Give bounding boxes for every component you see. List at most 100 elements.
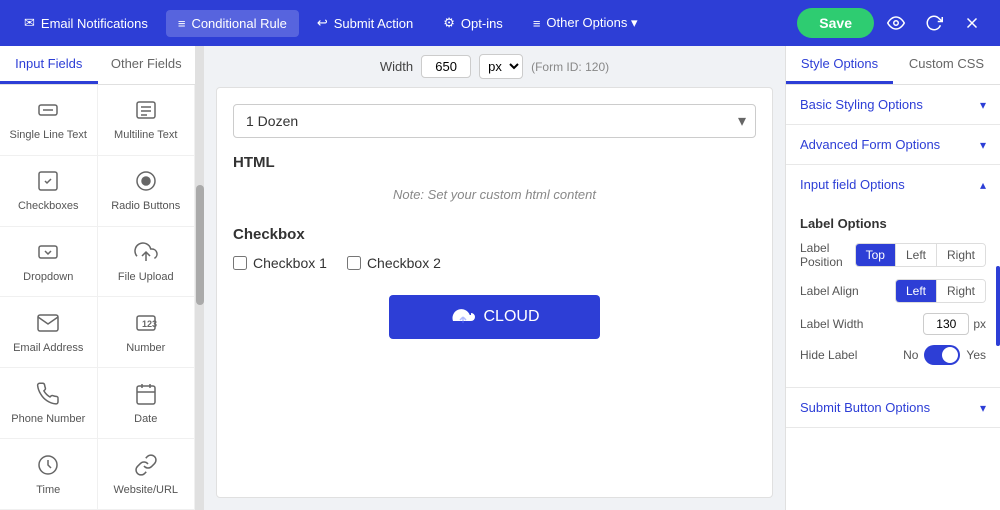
close-button[interactable] — [956, 7, 988, 39]
form-toolbar: Width px % (Form ID: 120) — [204, 46, 785, 87]
submit-area: CLOUD — [233, 287, 756, 347]
html-note: Note: Set your custom html content — [233, 179, 756, 210]
email-icon: ✉ — [24, 15, 35, 31]
label-options-title: Label Options — [800, 216, 986, 231]
save-button[interactable]: Save — [797, 8, 874, 38]
label-position-right[interactable]: Right — [937, 244, 985, 266]
refresh-button[interactable] — [918, 7, 950, 39]
field-checkboxes[interactable]: Checkboxes — [0, 156, 98, 227]
basic-styling-label: Basic Styling Options — [800, 97, 923, 112]
checkbox-1-input[interactable] — [233, 256, 247, 270]
field-label: Radio Buttons — [111, 200, 180, 212]
submit-button[interactable]: CLOUD — [389, 295, 599, 339]
opt-ins-icon: ⚙ — [443, 15, 455, 31]
field-number[interactable]: 123 Number — [98, 297, 196, 368]
width-label: Width — [380, 59, 413, 74]
field-single-line-text[interactable]: Single Line Text — [0, 85, 98, 156]
chevron-up-icon: ▴ — [980, 178, 986, 192]
left-panel: Input Fields Other Fields Single Line Te… — [0, 46, 196, 510]
nav-conditional-rule[interactable]: ≡ Conditional Rule — [166, 10, 299, 37]
checkbox-section: Checkbox Checkbox 1 Checkbox 2 — [233, 226, 756, 271]
number-icon: 123 — [134, 311, 158, 338]
checkbox-options: Checkbox 1 Checkbox 2 — [233, 255, 756, 271]
accordion-submit-button-header[interactable]: Submit Button Options ▾ — [786, 388, 1000, 427]
width-unit-select[interactable]: px % — [479, 54, 523, 79]
field-label: Checkboxes — [18, 200, 79, 212]
field-website-url[interactable]: Website/URL — [98, 439, 196, 510]
field-phone-number[interactable]: Phone Number — [0, 368, 98, 439]
form-dropdown-select[interactable]: 1 Dozen — [233, 104, 756, 138]
input-field-content: Label Options Label Position Top Left Ri… — [786, 204, 1000, 387]
eye-icon — [887, 14, 905, 32]
phone-icon — [36, 382, 60, 409]
hide-label-yes: Yes — [966, 348, 986, 362]
nav-other-options[interactable]: ≡ Other Options ▾ — [521, 9, 650, 37]
label-align-right[interactable]: Right — [937, 280, 985, 302]
label-width-label: Label Width — [800, 317, 923, 331]
label-position-left[interactable]: Left — [896, 244, 937, 266]
nav-other-options-label: Other Options ▾ — [546, 15, 637, 31]
label-align-group: Left Right — [895, 279, 986, 303]
preview-button[interactable] — [880, 7, 912, 39]
hide-label-row: Hide Label No Yes — [800, 345, 986, 365]
nav-opt-ins-label: Opt-ins — [461, 16, 503, 31]
label-align-row: Label Align Left Right — [800, 279, 986, 303]
field-tabs: Input Fields Other Fields — [0, 46, 195, 85]
nav-submit-label: Submit Action — [334, 16, 414, 31]
checkbox-2-input[interactable] — [347, 256, 361, 270]
tab-other-fields[interactable]: Other Fields — [98, 46, 196, 84]
single-line-icon — [36, 98, 60, 125]
field-email-address[interactable]: Email Address — [0, 297, 98, 368]
checkbox-option-2[interactable]: Checkbox 2 — [347, 255, 441, 271]
field-radio-buttons[interactable]: Radio Buttons — [98, 156, 196, 227]
html-section: HTML Note: Set your custom html content — [233, 154, 756, 210]
right-panel-scrollbar[interactable] — [996, 266, 1000, 346]
nav-submit-action[interactable]: ↩ Submit Action — [305, 9, 425, 37]
input-field-label: Input field Options — [800, 177, 905, 192]
hide-label-no: No — [903, 348, 918, 362]
label-align-left[interactable]: Left — [896, 280, 937, 302]
label-position-top[interactable]: Top — [856, 244, 896, 266]
field-date[interactable]: Date — [98, 368, 196, 439]
nav-email-notifications[interactable]: ✉ Email Notifications — [12, 9, 160, 37]
left-panel-scrollbar[interactable] — [196, 46, 204, 510]
hide-label-toggle-group: No Yes — [903, 345, 986, 365]
checkbox-2-label: Checkbox 2 — [367, 255, 441, 271]
chevron-down-icon: ▾ — [980, 98, 986, 112]
field-label: Phone Number — [11, 413, 85, 425]
label-position-group: Top Left Right — [855, 243, 986, 267]
submit-action-icon: ↩ — [317, 15, 328, 31]
checkbox-option-1[interactable]: Checkbox 1 — [233, 255, 327, 271]
accordion-advanced-form: Advanced Form Options ▾ — [786, 125, 1000, 165]
field-file-upload[interactable]: File Upload — [98, 227, 196, 298]
checkbox-icon — [36, 169, 60, 196]
hide-label-toggle[interactable] — [924, 345, 960, 365]
accordion-advanced-form-header[interactable]: Advanced Form Options ▾ — [786, 125, 1000, 164]
accordion-basic-styling: Basic Styling Options ▾ — [786, 85, 1000, 125]
width-input[interactable] — [421, 55, 471, 78]
label-width-input-group: px — [923, 313, 986, 335]
fields-grid: Single Line Text Multiline Text Checkbox… — [0, 85, 195, 510]
checkbox-label: Checkbox — [233, 226, 756, 243]
center-area: Width px % (Form ID: 120) 1 Dozen ▾ HTML — [204, 46, 785, 510]
accordion-submit-button: Submit Button Options ▾ — [786, 388, 1000, 428]
label-width-input[interactable] — [923, 313, 969, 335]
field-time[interactable]: Time — [0, 439, 98, 510]
dropdown-wrapper: 1 Dozen ▾ — [233, 104, 756, 138]
tab-style-options[interactable]: Style Options — [786, 46, 893, 84]
field-dropdown[interactable]: Dropdown — [0, 227, 98, 298]
upload-icon — [134, 240, 158, 267]
link-icon — [134, 453, 158, 480]
tab-input-fields[interactable]: Input Fields — [0, 46, 98, 84]
style-tabs: Style Options Custom CSS — [786, 46, 1000, 85]
radio-icon — [134, 169, 158, 196]
nav-opt-ins[interactable]: ⚙ Opt-ins — [431, 9, 515, 37]
top-navigation: ✉ Email Notifications ≡ Conditional Rule… — [0, 0, 1000, 46]
accordion-input-field-header[interactable]: Input field Options ▴ — [786, 165, 1000, 204]
nav-conditional-label: Conditional Rule — [191, 16, 286, 31]
field-multiline-text[interactable]: Multiline Text — [98, 85, 196, 156]
label-position-label: Label Position — [800, 241, 855, 269]
accordion-basic-styling-header[interactable]: Basic Styling Options ▾ — [786, 85, 1000, 124]
field-label: Multiline Text — [114, 129, 177, 141]
tab-custom-css[interactable]: Custom CSS — [893, 46, 1000, 84]
